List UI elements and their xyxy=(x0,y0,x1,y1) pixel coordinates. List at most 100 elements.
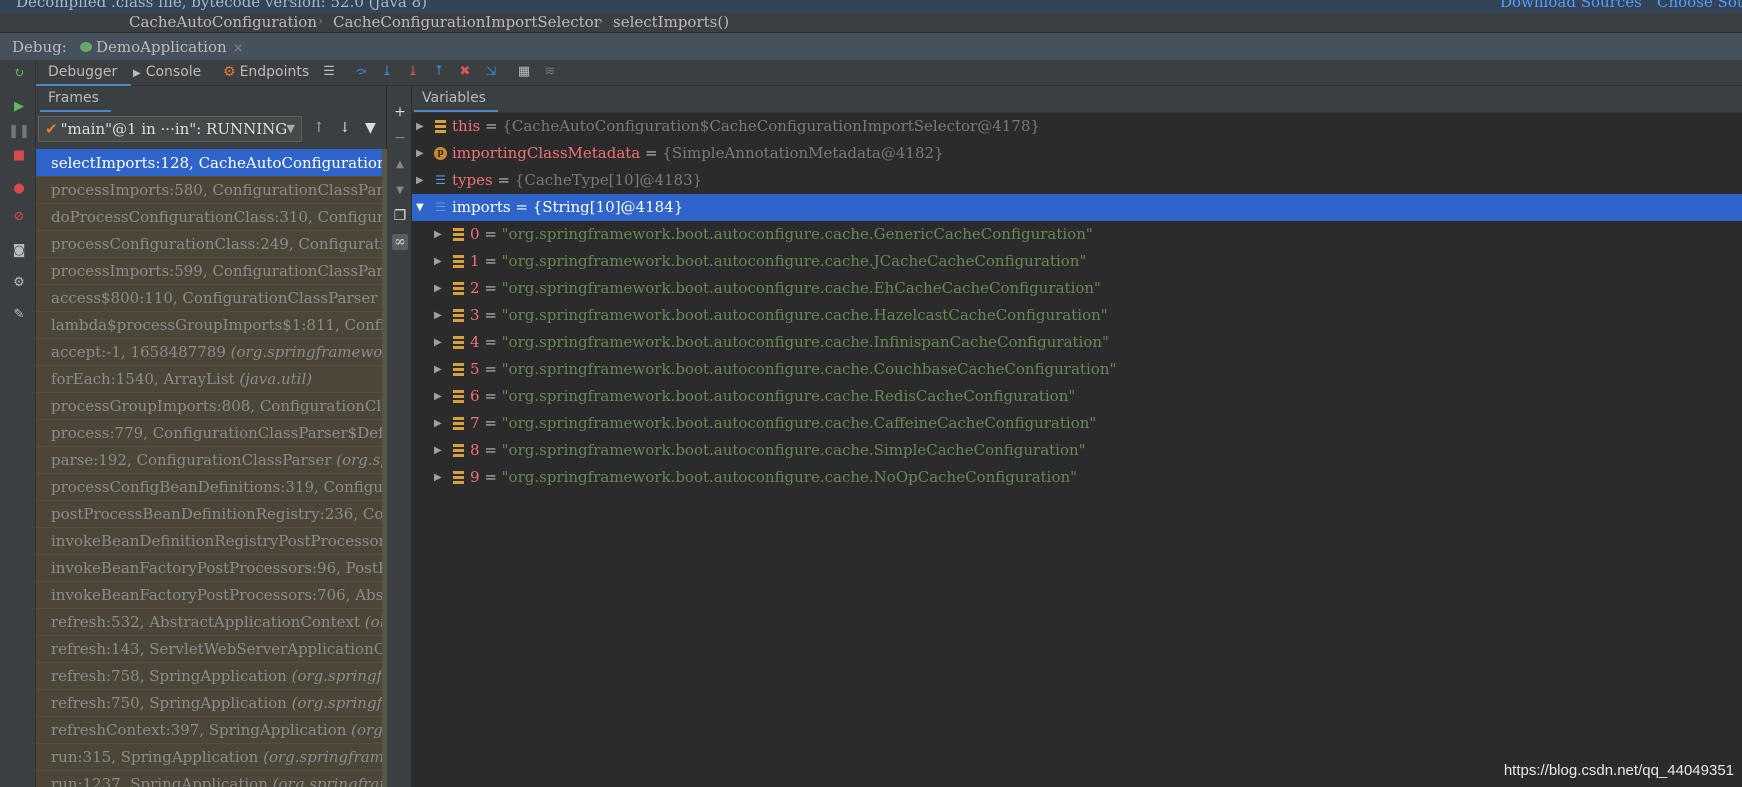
chevron-right-icon[interactable]: ▶ xyxy=(434,329,442,356)
move-up-icon[interactable]: ▲ xyxy=(392,156,408,172)
pause-icon[interactable]: ❚❚ xyxy=(8,123,30,139)
chevron-right-icon[interactable]: ▶ xyxy=(434,437,442,464)
chevron-right-icon[interactable]: ▶ xyxy=(416,140,424,167)
chevron-right-icon[interactable]: ▶ xyxy=(434,248,442,275)
parameter-icon: p xyxy=(434,147,447,160)
frame-row[interactable]: processImports:599, ConfigurationClassPa… xyxy=(36,257,387,284)
resume-icon[interactable]: ▶ xyxy=(11,98,27,114)
frame-row[interactable]: refresh:532, AbstractApplicationContext … xyxy=(36,608,387,635)
variables-side-toolbar: + − ▲ ▼ ❐ ∞ xyxy=(388,86,412,787)
frames-scrollbar[interactable] xyxy=(382,149,387,787)
menu-icon[interactable]: ☰ xyxy=(320,62,338,80)
camera-icon[interactable]: ◙ xyxy=(11,242,27,258)
tab-endpoints[interactable]: ⚙ Endpoints xyxy=(223,64,309,80)
frame-row[interactable]: invokeBeanFactoryPostProcessors:706, Abs… xyxy=(36,581,387,608)
array-element-row[interactable]: ▶ 1 = "org.springframework.boot.autoconfi… xyxy=(412,248,1742,275)
frames-title[interactable]: Frames xyxy=(40,90,111,112)
frame-row[interactable]: accept:-1, 1658487789 (org.springframewo… xyxy=(36,338,387,365)
arrow-down-icon[interactable]: ↓ xyxy=(339,120,351,136)
breadcrumb-item[interactable]: selectImports() xyxy=(613,13,729,31)
frame-package: (org.springframework.context.annotation) xyxy=(230,343,387,361)
frame-row[interactable]: refresh:758, SpringApplication (org.spri… xyxy=(36,662,387,689)
frame-row[interactable]: refreshContext:397, SpringApplication (o… xyxy=(36,716,387,743)
frame-method: run:1237, SpringApplication xyxy=(51,775,268,787)
frame-row[interactable]: run:1237, SpringApplication (org.springf… xyxy=(36,770,387,787)
array-element-row[interactable]: ▶ 2 = "org.springframework.boot.autoconfi… xyxy=(412,275,1742,302)
array-element-row[interactable]: ▶ 6 = "org.springframework.boot.autoconfi… xyxy=(412,383,1742,410)
filter-icon[interactable]: ▼ xyxy=(365,120,376,136)
step-out-icon[interactable]: ⤒ xyxy=(430,62,448,80)
element-index: 2 xyxy=(470,279,480,297)
array-element-row[interactable]: ▶ 3 = "org.springframework.boot.autoconfi… xyxy=(412,302,1742,329)
frame-row[interactable]: refresh:750, SpringApplication (org.spri… xyxy=(36,689,387,716)
step-over-icon[interactable]: ⤼ xyxy=(352,62,370,80)
download-sources-link[interactable]: Download Sources xyxy=(1500,0,1642,11)
chevron-right-icon[interactable]: ▶ xyxy=(416,113,424,140)
chevron-down-icon[interactable]: ▼ xyxy=(416,194,424,221)
tab-debugger[interactable]: Debugger xyxy=(33,64,132,87)
copy-icon[interactable]: ❐ xyxy=(392,208,408,224)
move-down-icon[interactable]: ▼ xyxy=(392,182,408,198)
array-element-row[interactable]: ▶ 7 = "org.springframework.boot.autoconfi… xyxy=(412,410,1742,437)
array-element-row[interactable]: ▶ 0 = "org.springframework.boot.autoconfi… xyxy=(412,221,1742,248)
frame-row[interactable]: refresh:143, ServletWebServerApplication… xyxy=(36,635,387,662)
step-into-icon[interactable]: ⤓ xyxy=(378,62,396,80)
frame-row[interactable]: processConfigBeanDefinitions:319, Config… xyxy=(36,473,387,500)
view-breakpoints-icon[interactable]: ● xyxy=(11,180,27,196)
chevron-right-icon[interactable]: ▶ xyxy=(434,383,442,410)
frame-row[interactable]: parse:192, ConfigurationClassParser (org… xyxy=(36,446,387,473)
variable-row[interactable]: ▶ this = {CacheAutoConfiguration$CacheCon… xyxy=(412,113,1742,140)
thread-selector[interactable]: ✔ "main"@1 in ···in": RUNNING ▼ xyxy=(38,116,302,142)
variable-row[interactable]: ▶ p importingClassMetadata = {SimpleAnnota… xyxy=(412,140,1742,167)
breadcrumb-item[interactable]: CacheConfigurationImportSelector xyxy=(333,13,601,31)
frame-row[interactable]: invokeBeanFactoryPostProcessors:96, Post… xyxy=(36,554,387,581)
mute-breakpoints-icon[interactable]: ⊘ xyxy=(11,208,27,224)
add-watch-icon[interactable]: + xyxy=(392,104,408,120)
stop-icon[interactable]: ■ xyxy=(11,147,27,163)
run-to-cursor-icon[interactable]: ⇲ xyxy=(482,62,500,80)
evaluate-expression-icon[interactable]: ▦ xyxy=(515,62,533,80)
arrow-up-icon[interactable]: ↑ xyxy=(313,120,325,136)
frame-row[interactable]: postProcessBeanDefinitionRegistry:236, C… xyxy=(36,500,387,527)
force-step-into-icon[interactable]: ⤓ xyxy=(404,62,422,80)
frame-row[interactable]: lambda$processGroupImports$1:811, Config… xyxy=(36,311,387,338)
frame-row[interactable]: processConfigurationClass:249, Configura… xyxy=(36,230,387,257)
choose-sources-link[interactable]: Choose Sou xyxy=(1657,0,1742,11)
remove-watch-icon[interactable]: − xyxy=(392,130,408,146)
frame-row[interactable]: invokeBeanDefinitionRegistryPostProcesso… xyxy=(36,527,387,554)
chevron-right-icon[interactable]: ▶ xyxy=(434,464,442,491)
variable-row[interactable]: ▼ ☰ imports = {String[10]@4184} xyxy=(412,194,1742,221)
element-index: 5 xyxy=(470,360,480,378)
gear-icon[interactable]: ⚙ xyxy=(11,274,27,290)
frame-row[interactable]: doProcessConfigurationClass:310, Configu… xyxy=(36,203,387,230)
rerun-icon[interactable]: ↻ xyxy=(11,65,27,81)
frame-row[interactable]: selectImports:128, CacheAutoConfiguratio… xyxy=(36,149,387,176)
drop-frame-icon[interactable]: ✖ xyxy=(456,62,474,80)
chevron-right-icon[interactable]: ▶ xyxy=(434,221,442,248)
pin-icon[interactable]: ✎ xyxy=(11,306,27,322)
array-element-row[interactable]: ▶ 5 = "org.springframework.boot.autoconfi… xyxy=(412,356,1742,383)
breadcrumb-item[interactable]: CacheAutoConfiguration xyxy=(129,13,317,31)
glasses-icon[interactable]: ∞ xyxy=(392,234,408,250)
variables-title[interactable]: Variables xyxy=(414,90,498,112)
array-element-row[interactable]: ▶ 8 = "org.springframework.boot.autoconfi… xyxy=(412,437,1742,464)
chevron-right-icon[interactable]: ▶ xyxy=(434,302,442,329)
variable-row[interactable]: ▶ ☰ types = {CacheType[10]@4183} xyxy=(412,167,1742,194)
frame-row[interactable]: access$800:110, ConfigurationClassParser… xyxy=(36,284,387,311)
array-element-row[interactable]: ▶ 9 = "org.springframework.boot.autoconfi… xyxy=(412,464,1742,491)
frame-row[interactable]: processImports:580, ConfigurationClassPa… xyxy=(36,176,387,203)
frame-row[interactable]: process:779, ConfigurationClassParser$De… xyxy=(36,419,387,446)
field-icon xyxy=(452,309,465,322)
close-icon[interactable]: × xyxy=(233,41,244,56)
frame-row[interactable]: processGroupImports:808, ConfigurationCl… xyxy=(36,392,387,419)
array-element-row[interactable]: ▶ 4 = "org.springframework.boot.autoconfi… xyxy=(412,329,1742,356)
chevron-right-icon[interactable]: ▶ xyxy=(416,167,424,194)
chevron-right-icon[interactable]: ▶ xyxy=(434,275,442,302)
frame-row[interactable]: forEach:1540, ArrayList (java.util) xyxy=(36,365,387,392)
frame-row[interactable]: run:315, SpringApplication (org.springfr… xyxy=(36,743,387,770)
run-config-tab[interactable]: DemoApplication × xyxy=(80,38,244,56)
trace-icon[interactable]: ≋ xyxy=(541,62,559,80)
tab-console[interactable]: ▶ Console xyxy=(133,64,201,80)
chevron-right-icon[interactable]: ▶ xyxy=(434,410,442,437)
chevron-right-icon[interactable]: ▶ xyxy=(434,356,442,383)
